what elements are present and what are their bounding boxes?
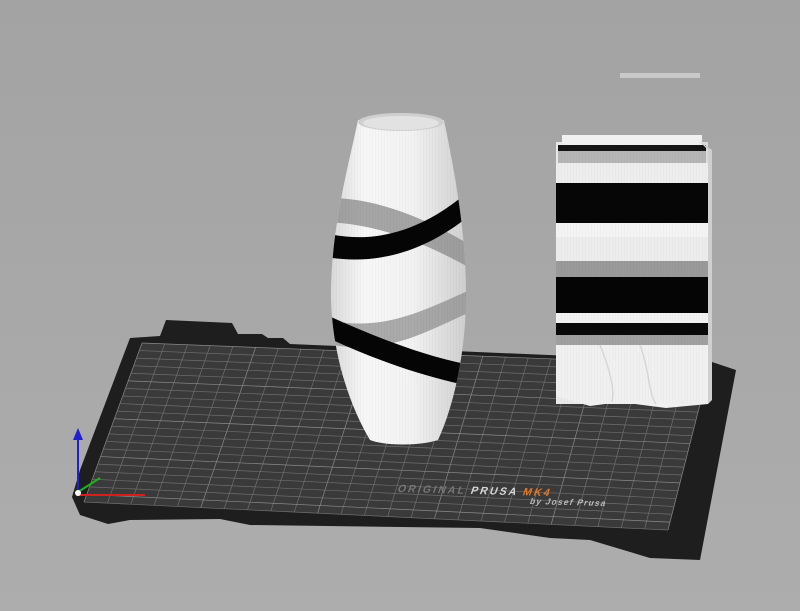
distant-object[interactable]: [620, 73, 700, 78]
brand-prefix: ORIGINAL: [395, 483, 469, 497]
brand-name: PRUSA: [469, 484, 521, 499]
scene-canvas[interactable]: [0, 0, 800, 611]
striped-box-model[interactable]: [556, 135, 712, 408]
bed-byline: by Josef Prusa: [528, 496, 609, 509]
3d-viewport[interactable]: ORIGINAL PRUSA MK4 by Josef Prusa: [0, 0, 800, 611]
